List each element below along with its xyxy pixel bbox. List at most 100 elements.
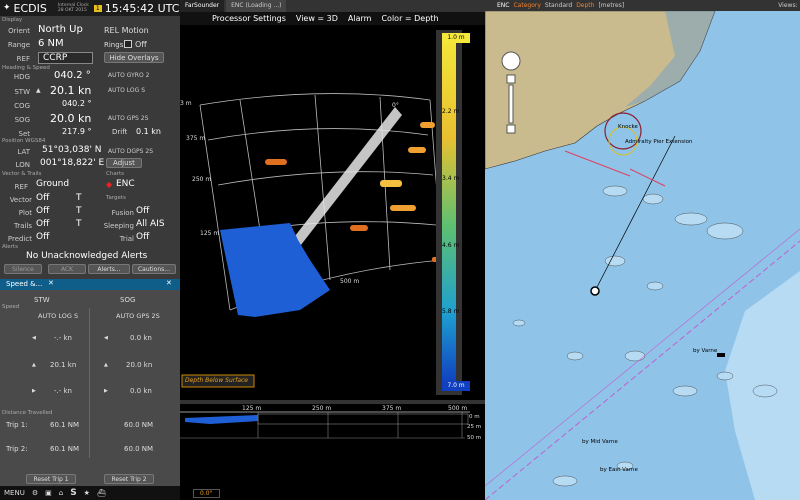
ref-label: REF — [16, 55, 30, 63]
range-label-375: 375 m — [186, 135, 206, 142]
vector-ref-value[interactable]: Ground — [36, 179, 69, 189]
orient-label: Orient — [8, 27, 30, 35]
tab-enc[interactable]: ENC — [497, 2, 509, 9]
cog-label: COG — [14, 102, 30, 110]
depth-mode-label: Depth Below Surface — [185, 377, 248, 384]
stw-row2: 20.1 kn — [50, 361, 77, 369]
sonar-3d-view[interactable] — [180, 25, 485, 397]
menu-button[interactable]: MENU — [4, 489, 25, 497]
label-knocke: Knocke — [618, 124, 638, 130]
profile-depth-0: 0 m — [469, 414, 480, 420]
menu-alarm[interactable]: Alarm — [348, 14, 372, 23]
gear-icon[interactable]: ⚙ — [32, 489, 38, 497]
section-targets: Targets — [106, 195, 126, 201]
vector-ref-label: REF — [14, 183, 28, 191]
menu-view[interactable]: View = 3D — [296, 14, 338, 23]
set-label: Set — [18, 130, 31, 138]
s-button[interactable]: S — [70, 488, 76, 498]
silence-button[interactable]: Silence — [4, 264, 42, 274]
sonar-tabs: FarSounder ENC (Loading ...) — [180, 0, 485, 12]
tab-enc-loading[interactable]: ENC (Loading ...) — [226, 0, 287, 12]
zoom-out-button[interactable] — [506, 124, 516, 134]
zoom-in-button[interactable] — [506, 74, 516, 84]
label-varne: by Varne — [693, 348, 718, 354]
menu-color[interactable]: Color = Depth — [381, 14, 438, 23]
sleeping-value[interactable]: All AIS — [136, 219, 165, 229]
star-icon: ✦ — [3, 3, 11, 13]
ack-button[interactable]: ACK — [48, 264, 86, 274]
tab-farsounder[interactable]: FarSounder — [180, 0, 225, 12]
chart-value[interactable]: ENC — [116, 179, 135, 189]
stw-up-arrow-icon: ▲ — [36, 87, 41, 94]
favorite-icon[interactable]: ★ — [84, 489, 90, 497]
home-icon[interactable]: ⌂ — [59, 489, 63, 497]
predict-value[interactable]: Off — [36, 232, 49, 242]
reset-trip2-button[interactable]: Reset Trip 2 — [104, 474, 154, 484]
screen-icon[interactable]: ▣ — [45, 489, 52, 497]
hdg-source[interactable]: AUTO GYRO 2 — [108, 72, 149, 79]
ref-value[interactable]: CCRP — [38, 52, 93, 64]
alerts-button[interactable]: Alerts... — [88, 264, 130, 274]
stw-source[interactable]: AUTO LOG S — [108, 87, 145, 94]
section-alerts: Alerts — [2, 244, 18, 250]
enc-map[interactable] — [485, 11, 800, 500]
hide-overlays-button[interactable]: Hide Overlays — [104, 52, 164, 63]
title-bar: ✦ ECDIS Internal Clock 28 OKT 2015 1 15:… — [0, 0, 180, 16]
hdg-value: 040.2 ° — [54, 70, 91, 81]
label-pier: Admiralty Pier Extension — [625, 139, 693, 145]
section-position: Position WGS84 — [2, 138, 46, 144]
enc-diamond-icon: ◆ — [106, 180, 113, 189]
stw-label: STW — [14, 88, 30, 96]
depth-scale-4: 4.6 m — [442, 242, 460, 249]
motion-value[interactable]: REL Motion — [104, 26, 149, 35]
depth-scale-3: 3.4 m — [442, 175, 460, 182]
close-icon[interactable]: ✕ — [48, 279, 54, 287]
stw-row3-arrow-icon: ▶ — [32, 388, 36, 394]
vector-t[interactable]: T — [76, 193, 82, 203]
lon-value: 001°18,822' E — [40, 158, 105, 168]
sonar-profile-view[interactable] — [180, 404, 485, 488]
cautions-button[interactable]: Cautions... — [132, 264, 176, 274]
stw-row1: -.- kn — [54, 334, 72, 342]
alarm-badge[interactable]: 1 — [93, 4, 102, 12]
category-value[interactable]: Standard — [545, 2, 572, 9]
lat-source[interactable]: AUTO DGPS 2S — [108, 148, 153, 155]
plot-value[interactable]: Off — [36, 206, 49, 216]
trails-value[interactable]: Off — [36, 219, 49, 229]
own-ship-icon[interactable] — [590, 286, 600, 296]
vector-value[interactable]: Off — [36, 193, 49, 203]
sog-source[interactable]: AUTO GPS 2S — [108, 115, 148, 122]
lon-label: LON — [15, 161, 30, 169]
trip1-label: Trip 1: — [6, 421, 28, 429]
sog-value: 20.0 kn — [50, 112, 92, 125]
stw-source-label: AUTO LOG S — [38, 312, 79, 320]
section-vectors: Vector & Trails — [2, 171, 42, 177]
tab-speed[interactable]: Speed &... — [6, 280, 42, 288]
panel-close-icon[interactable]: ✕ — [166, 279, 172, 287]
stw-row1-arrow-icon: ◀ — [32, 335, 36, 341]
fusion-value[interactable]: Off — [136, 206, 149, 216]
adjust-button[interactable]: Adjust — [106, 158, 142, 168]
menu-processor-settings[interactable]: Processor Settings — [212, 14, 286, 23]
alerts-message: No Unacknowledged Alerts — [26, 251, 148, 261]
seafloor-return — [220, 223, 330, 317]
range-value[interactable]: 6 NM — [38, 38, 64, 49]
plot-t[interactable]: T — [76, 206, 82, 216]
ship-icon[interactable]: ⛴ — [97, 489, 106, 497]
drift-value: 0.1 kn — [136, 127, 161, 136]
rings-checkbox[interactable] — [124, 40, 132, 48]
orient-value[interactable]: North Up — [38, 24, 83, 35]
sog-source-label: AUTO GPS 2S — [116, 312, 160, 320]
depth-scale-2: 2.2 m — [442, 108, 460, 115]
trails-t[interactable]: T — [76, 219, 82, 229]
sog-row1: 0.0 kn — [130, 334, 152, 342]
zoom-slider[interactable] — [508, 84, 514, 124]
trial-value[interactable]: Off — [136, 232, 149, 242]
profile-tick-375: 375 m — [382, 405, 402, 412]
depth-label: Depth — [576, 2, 595, 9]
pan-control[interactable] — [501, 51, 521, 71]
predict-label: Predict — [7, 235, 32, 243]
reset-trip1-button[interactable]: Reset Trip 1 — [26, 474, 76, 484]
depth-unit[interactable]: [metres] — [598, 2, 624, 9]
label-mid-varne: by Mid Varne — [582, 439, 618, 445]
